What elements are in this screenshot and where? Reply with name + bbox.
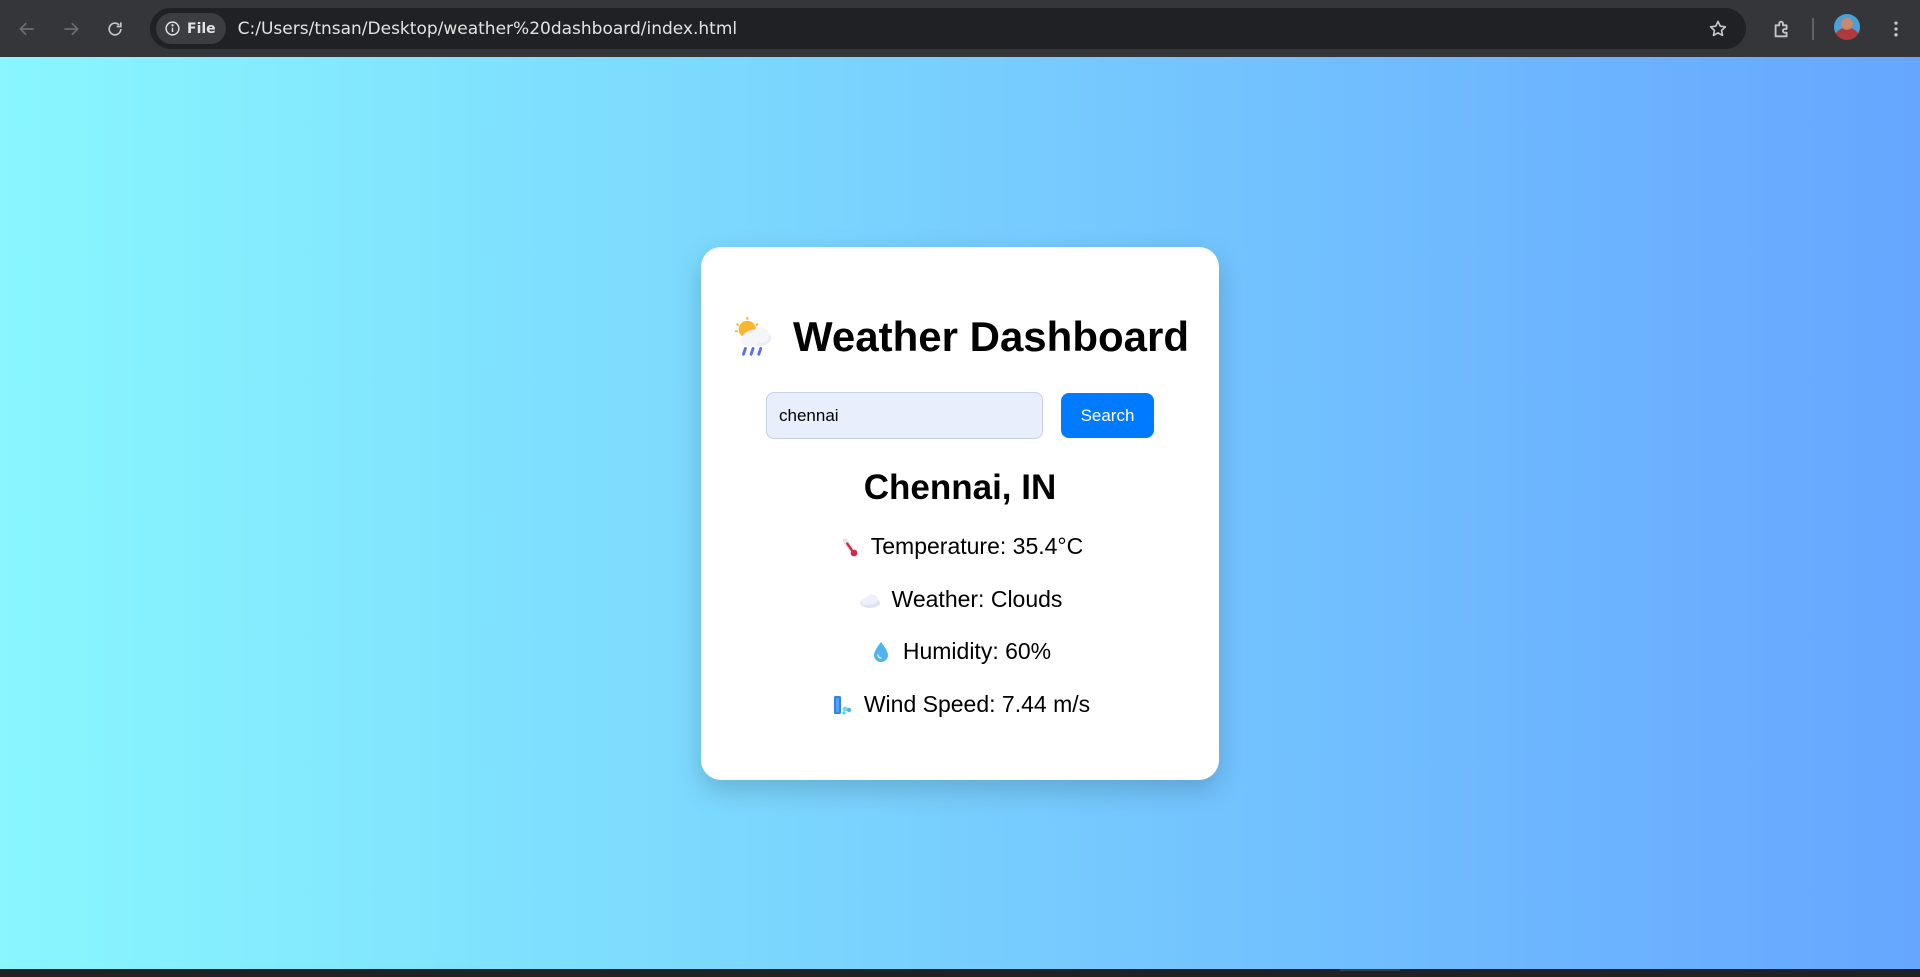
arrow-right-icon: [64, 22, 79, 35]
star-icon: [1709, 20, 1727, 37]
search-button[interactable]: Search: [1061, 393, 1154, 438]
thermometer-icon: [842, 537, 858, 556]
wind-icon: [833, 695, 852, 715]
page-title: Weather Dashboard: [701, 313, 1219, 361]
bottom-edge-bar: [0, 969, 1920, 977]
more-vertical-icon: [1894, 21, 1898, 37]
url-text[interactable]: C:/Users/tnsan/Desktop/weather%20dashboa…: [238, 19, 737, 39]
temperature-text: Temperature: 35.4°C: [870, 533, 1084, 559]
address-bar[interactable]: File C:/Users/tnsan/Desktop/weather%20da…: [150, 8, 1746, 49]
toolbar-divider: [1812, 18, 1814, 40]
weather-row: Weather: Clouds: [701, 586, 1219, 613]
droplet-icon: [873, 641, 888, 662]
temperature-row: Temperature: 35.4°C: [701, 533, 1219, 560]
wind-text: Wind Speed: 7.44 m/s: [863, 691, 1091, 717]
weather-card: Weather Dashboard Search Chennai, IN Tem…: [701, 247, 1219, 780]
reload-button[interactable]: [97, 11, 133, 47]
site-info-chip[interactable]: File: [156, 13, 226, 44]
forward-button[interactable]: [53, 11, 89, 47]
browser-toolbar: File C:/Users/tnsan/Desktop/weather%20da…: [0, 0, 1920, 57]
page-background: Weather Dashboard Search Chennai, IN Tem…: [0, 57, 1920, 969]
city-name: Chennai, IN: [863, 468, 1057, 507]
back-button[interactable]: [9, 11, 45, 47]
title-text: Weather Dashboard: [793, 313, 1189, 360]
sun-behind-rain-cloud-icon: [734, 316, 772, 356]
city-search-input[interactable]: [766, 392, 1043, 439]
info-icon: [165, 21, 180, 36]
cloud-icon: [859, 594, 880, 608]
search-form: Search: [766, 392, 1154, 439]
puzzle-icon: [1774, 20, 1788, 38]
weather-text: Weather: Clouds: [891, 586, 1063, 612]
bottom-edge-indicator: [1340, 969, 1400, 971]
humidity-text: Humidity: 60%: [902, 638, 1052, 664]
humidity-row: Humidity: 60%: [701, 638, 1219, 665]
wind-row: Wind Speed: 7.44 m/s: [701, 691, 1219, 718]
site-chip-label: File: [187, 20, 216, 37]
bookmark-button[interactable]: [1702, 13, 1734, 45]
profile-avatar[interactable]: [1834, 14, 1860, 40]
arrow-left-icon: [19, 22, 34, 35]
extensions-button[interactable]: [1764, 11, 1800, 47]
reload-icon: [108, 21, 122, 36]
browser-menu-button[interactable]: [1878, 11, 1914, 47]
